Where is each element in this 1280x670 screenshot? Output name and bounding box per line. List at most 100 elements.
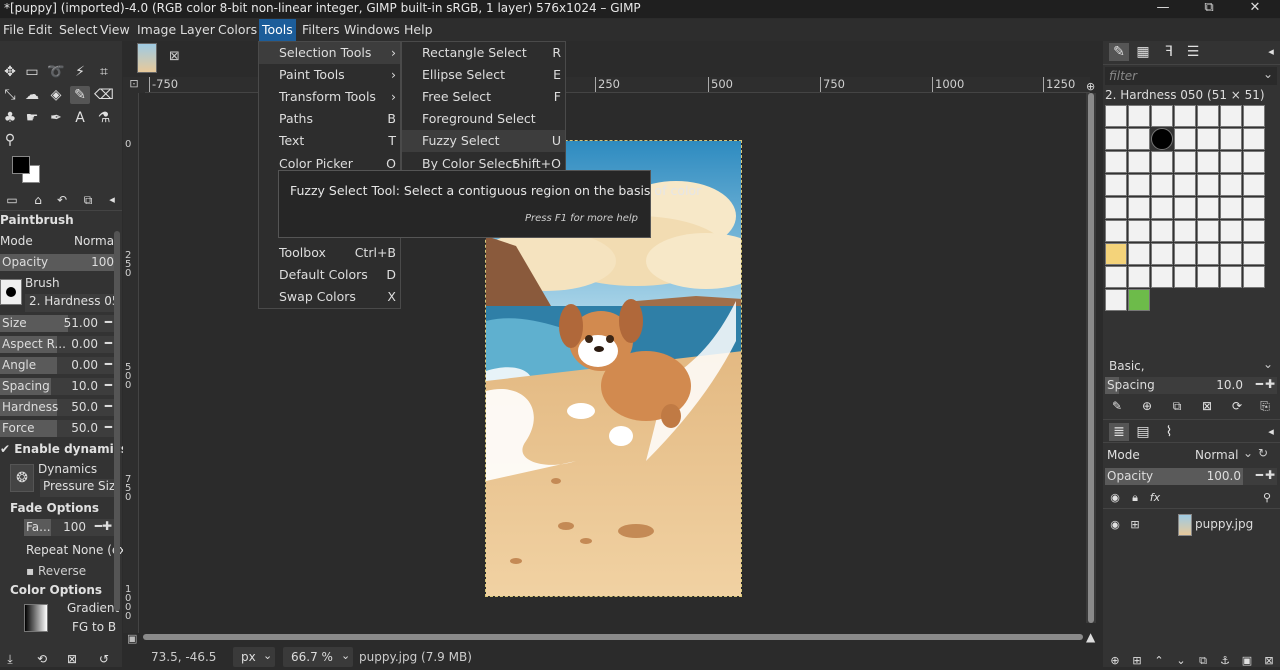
brush-item[interactable] xyxy=(1128,266,1150,288)
brush-item[interactable] xyxy=(1105,128,1127,150)
brush-item[interactable] xyxy=(1243,243,1265,265)
images-tab-icon[interactable]: ⧉ xyxy=(78,191,98,209)
brush-item[interactable] xyxy=(1128,105,1150,127)
tool-options-tab-icon[interactable]: ▭ xyxy=(2,191,22,209)
brush-item[interactable] xyxy=(1197,220,1219,242)
menu-item-selection-tools[interactable]: Selection Tools › xyxy=(259,42,400,64)
layer-opacity-slider[interactable]: Opacity 100.0 ━ ✚ xyxy=(1105,468,1277,485)
brush-item[interactable] xyxy=(1151,151,1173,173)
brush-item[interactable] xyxy=(1105,105,1127,127)
brushes-tab-icon[interactable]: ✎ xyxy=(1109,43,1129,61)
maximize-button[interactable]: ⧉ xyxy=(1186,0,1232,18)
brush-item[interactable] xyxy=(1105,220,1127,242)
hardness-slider[interactable]: Hardness 50.0 ━ xyxy=(0,399,114,416)
menu-item-ellipse-select[interactable]: Ellipse Select E xyxy=(402,64,565,86)
fonts-tab-icon[interactable]: ꟻ xyxy=(1159,43,1179,61)
rectangle-select-icon[interactable]: ▭ xyxy=(22,63,42,81)
menu-select[interactable]: Select xyxy=(56,22,101,37)
brush-item[interactable] xyxy=(1220,174,1242,196)
brush-item[interactable] xyxy=(1220,243,1242,265)
save-options-icon[interactable]: ⤓ xyxy=(0,650,20,668)
document-history-tab-icon[interactable]: ☰ xyxy=(1183,43,1203,61)
menu-item-paint-tools[interactable]: Paint Tools › xyxy=(259,64,400,86)
gradient-value[interactable]: FG to B xyxy=(72,620,116,634)
layer-name[interactable]: puppy.jpg xyxy=(1195,517,1253,531)
menu-item-swap-colors[interactable]: Swap Colors X xyxy=(259,286,400,308)
menu-layer[interactable]: Layer xyxy=(177,22,218,37)
dynamics-icon[interactable]: ❂ xyxy=(10,464,34,492)
move-tool-icon[interactable]: ✥ xyxy=(0,63,20,81)
horizontal-scrollbar[interactable] xyxy=(143,634,1083,640)
angle-reset-icon[interactable]: ━ xyxy=(105,357,112,371)
zoom-follow-icon[interactable]: ⊕ xyxy=(1086,80,1095,93)
opacity-slider[interactable]: Opacity 100 xyxy=(0,254,114,271)
brush-item[interactable] xyxy=(1151,128,1173,150)
bucket-fill-icon[interactable]: ◈ xyxy=(46,86,66,104)
brush-spacing-slider[interactable]: Spacing 10.0 ━ ✚ xyxy=(1105,377,1277,394)
patterns-tab-icon[interactable]: ▦ xyxy=(1133,43,1153,61)
foreground-color-swatch[interactable] xyxy=(12,156,30,174)
aspect-reset-icon[interactable]: ━ xyxy=(105,336,112,350)
brush-preview[interactable] xyxy=(0,279,22,305)
warp-icon[interactable]: ☁ xyxy=(22,86,42,104)
brush-item[interactable] xyxy=(1105,243,1127,265)
menu-view[interactable]: View xyxy=(97,22,133,37)
duplicate-brush-icon[interactable]: ⧉ xyxy=(1167,397,1187,415)
brush-item[interactable] xyxy=(1220,105,1242,127)
dock-menu-icon[interactable]: ◂ xyxy=(1261,423,1280,441)
menu-image[interactable]: Image xyxy=(134,22,179,37)
opacity-decrease-icon[interactable]: ━ xyxy=(1256,468,1263,482)
new-group-icon[interactable]: ⊞ xyxy=(1127,652,1147,670)
scroll-up-arrow-icon[interactable]: ▲ xyxy=(1086,630,1095,644)
transform-icon[interactable]: ⤡ xyxy=(0,86,20,104)
menu-help[interactable]: Help xyxy=(401,22,436,37)
layer-mode-reset-icon[interactable]: ↻ xyxy=(1258,446,1268,460)
brush-item[interactable] xyxy=(1128,289,1150,311)
delete-layer-icon[interactable]: ⊠ xyxy=(1259,652,1279,670)
dock-menu-icon[interactable]: ◂ xyxy=(1261,43,1280,61)
brush-item[interactable] xyxy=(1243,197,1265,219)
force-reset-icon[interactable]: ━ xyxy=(105,420,112,434)
smudge-icon[interactable]: ☛ xyxy=(22,109,42,127)
delete-brush-icon[interactable]: ⊠ xyxy=(1197,397,1217,415)
mask-layer-icon[interactable]: ▣ xyxy=(1237,652,1257,670)
color-options-header[interactable]: Color Options xyxy=(10,583,102,597)
enable-dynamics-checkbox[interactable]: ✔ Enable dynamics xyxy=(0,442,128,456)
fuzzy-select-icon[interactable]: ⚡ xyxy=(70,63,90,81)
brush-item[interactable] xyxy=(1243,105,1265,127)
fade-options-header[interactable]: Fade Options xyxy=(10,501,99,515)
menu-edit[interactable]: Edit xyxy=(25,22,55,37)
fade-decrease-icon[interactable]: ━ xyxy=(95,519,102,533)
brush-item[interactable] xyxy=(1151,266,1173,288)
menu-item-foreground-select[interactable]: Foreground Select xyxy=(402,108,565,130)
color-picker-icon[interactable]: ⚗ xyxy=(94,109,114,127)
brush-item[interactable] xyxy=(1105,266,1127,288)
brush-grid[interactable] xyxy=(1105,105,1265,315)
opacity-increase-icon[interactable]: ✚ xyxy=(1265,468,1275,482)
brush-item[interactable] xyxy=(1174,151,1196,173)
spacing-increase-icon[interactable]: ✚ xyxy=(1265,377,1275,391)
menu-filters[interactable]: Filters xyxy=(299,22,342,37)
brush-item[interactable] xyxy=(1174,220,1196,242)
lower-layer-icon[interactable]: ⌄ xyxy=(1171,652,1191,670)
menu-colors[interactable]: Colors xyxy=(215,22,260,37)
undo-history-tab-icon[interactable]: ↶ xyxy=(52,191,72,209)
brush-item[interactable] xyxy=(1220,197,1242,219)
repeat-select[interactable]: Repeat None (ex xyxy=(26,543,126,557)
device-status-tab-icon[interactable]: ⌂ xyxy=(28,191,48,209)
spacing-reset-icon[interactable]: ━ xyxy=(105,378,112,392)
brush-item[interactable] xyxy=(1197,151,1219,173)
brush-item[interactable] xyxy=(1243,174,1265,196)
brush-item[interactable] xyxy=(1128,220,1150,242)
layers-tab-icon[interactable]: ≣ xyxy=(1109,423,1129,441)
crop-icon[interactable]: ⌗ xyxy=(94,63,114,81)
brush-item[interactable] xyxy=(1151,174,1173,196)
fade-length-slider[interactable]: Fa... 100 ━ ✚ xyxy=(24,519,114,536)
raise-layer-icon[interactable]: ⌃ xyxy=(1149,652,1169,670)
paths-icon[interactable]: ✒ xyxy=(46,109,66,127)
brush-item[interactable] xyxy=(1105,289,1127,311)
brush-item[interactable] xyxy=(1128,128,1150,150)
unit-select[interactable]: px ⌄ xyxy=(233,647,275,667)
lasso-icon[interactable]: ➰ xyxy=(46,63,66,81)
chain-icon[interactable]: ⊞ xyxy=(1125,516,1145,534)
